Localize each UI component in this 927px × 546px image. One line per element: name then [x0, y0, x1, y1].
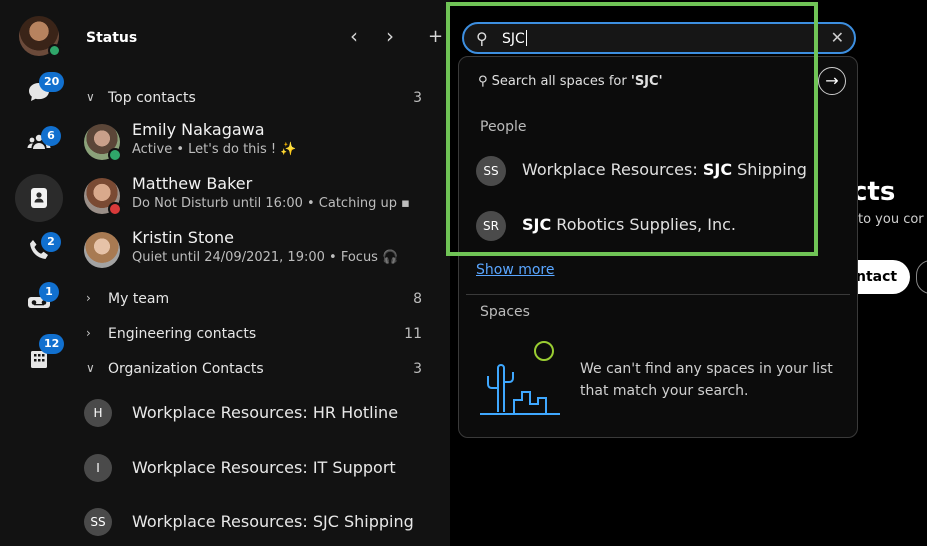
spaces-empty-message: We can't find any spaces in your list th… — [580, 361, 833, 399]
add-icon[interactable]: + — [428, 26, 443, 47]
name-match: SJC — [522, 215, 552, 234]
presence-dnd-icon — [108, 202, 122, 216]
meetings-badge: 12 — [39, 334, 65, 354]
people-heading: People — [480, 119, 527, 135]
list-item[interactable]: I Workplace Resources: IT Support — [84, 448, 440, 488]
clear-search-icon[interactable]: ✕ — [831, 28, 844, 47]
teams-badge: 6 — [41, 126, 61, 146]
name-suffix: Robotics Supplies, Inc. — [551, 215, 736, 234]
section-organization-contacts[interactable]: ∨ Organization Contacts 3 — [86, 359, 436, 383]
contact-status: Active • Let's do this ! ✨ — [132, 142, 297, 157]
list-item[interactable]: H Workplace Resources: HR Hotline — [84, 393, 440, 433]
section-count: 3 — [413, 90, 422, 106]
search-icon: ⚲ — [476, 29, 488, 48]
section-count: 3 — [413, 361, 422, 377]
divider — [466, 294, 850, 295]
voicemail-badge: 1 — [39, 282, 59, 302]
voicemail-nav-button[interactable]: 1 — [17, 282, 61, 322]
chevron-right-icon: › — [86, 291, 91, 305]
presence-active-icon — [48, 44, 61, 57]
avatar: SR — [476, 211, 506, 241]
text-caret — [525, 30, 527, 46]
chevron-down-icon: ∨ — [86, 90, 95, 104]
calling-badge: 2 — [41, 232, 61, 252]
avatar — [84, 232, 120, 268]
contact-name: Workplace Resources: IT Support — [132, 458, 396, 477]
search-input[interactable]: SJC — [502, 30, 527, 47]
forward-icon[interactable]: › — [386, 24, 394, 48]
avatar: H — [84, 399, 112, 427]
list-item[interactable]: SS Workplace Resources: SJC Shipping — [84, 502, 440, 542]
avatar: SS — [476, 156, 506, 186]
section-label: Top contacts — [108, 90, 196, 106]
contact-row[interactable]: Emily Nakagawa Active • Let's do this ! … — [84, 118, 440, 166]
arrow-right-icon[interactable]: → — [818, 67, 846, 95]
search-bar[interactable]: ⚲ SJC ✕ — [462, 22, 856, 54]
section-label: My team — [108, 291, 170, 307]
section-label: Engineering contacts — [108, 326, 257, 342]
main-subtitle: to you cor — [858, 212, 924, 227]
search-all-spaces-option[interactable]: ⚲ Search all spaces for 'SJC' — [478, 74, 663, 89]
contact-status: Do Not Disturb until 16:00 • Catching up… — [132, 196, 410, 211]
person-result[interactable]: SR SJC Robotics Supplies, Inc. — [476, 207, 816, 243]
name-match: SJC — [702, 160, 733, 179]
empty-spaces-illustration — [480, 341, 560, 415]
contacts-panel: Status ‹ › + ∨ Top contacts 3 Emily Naka… — [70, 0, 450, 546]
contact-row[interactable]: Kristin Stone Quiet until 24/09/2021, 19… — [84, 226, 440, 274]
search-value: SJC — [502, 31, 525, 47]
status-label[interactable]: Status — [86, 30, 137, 46]
avatar: I — [84, 454, 112, 482]
contacts-book-icon — [31, 188, 47, 208]
name-prefix: Workplace Resources: — [522, 160, 703, 179]
name-suffix: Shipping — [732, 160, 807, 179]
messaging-badge: 20 — [39, 72, 65, 92]
calling-nav-button[interactable]: 2 — [17, 230, 61, 270]
contact-name: Emily Nakagawa — [132, 120, 265, 139]
contact-name: Kristin Stone — [132, 228, 234, 247]
back-icon[interactable]: ‹ — [350, 24, 358, 48]
section-my-team[interactable]: › My team 8 — [86, 289, 436, 313]
user-avatar[interactable] — [19, 16, 61, 57]
avatar: SS — [84, 508, 112, 536]
contact-name: Workplace Resources: SJC Shipping — [132, 512, 414, 531]
contact-name: Matthew Baker — [132, 174, 253, 193]
panel-header: Status ‹ › + — [70, 0, 450, 70]
show-more-link[interactable]: Show more — [476, 262, 555, 278]
contacts-nav-button[interactable] — [15, 174, 63, 222]
section-count: 8 — [413, 291, 422, 307]
search-all-term: 'SJC' — [630, 74, 663, 89]
section-label: Organization Contacts — [108, 361, 264, 377]
person-name: SJC Robotics Supplies, Inc. — [522, 215, 736, 234]
chevron-down-icon: ∨ — [86, 361, 95, 375]
meetings-nav-button[interactable]: 12 — [17, 334, 65, 378]
contact-name: Workplace Resources: HR Hotline — [132, 403, 399, 422]
spaces-heading: Spaces — [480, 304, 530, 320]
section-top-contacts[interactable]: ∨ Top contacts 3 — [86, 88, 436, 112]
navigation-rail: 20 6 2 1 12 — [0, 0, 70, 546]
presence-active-icon — [108, 148, 122, 162]
messaging-nav-button[interactable]: 20 — [17, 72, 65, 112]
contact-row[interactable]: Matthew Baker Do Not Disturb until 16:00… — [84, 172, 440, 220]
person-name: Workplace Resources: SJC Shipping — [522, 160, 807, 179]
person-result[interactable]: SS Workplace Resources: SJC Shipping — [476, 152, 816, 188]
search-icon: ⚲ — [478, 74, 488, 89]
contact-status: Quiet until 24/09/2021, 19:00 • Focus 🎧 — [132, 250, 399, 265]
search-all-label: Search all spaces for — [491, 74, 631, 89]
main-title: cts — [852, 177, 896, 207]
section-engineering-contacts[interactable]: › Engineering contacts 11 — [86, 324, 436, 348]
section-count: 11 — [404, 326, 422, 342]
teams-nav-button[interactable]: 6 — [17, 122, 61, 162]
chevron-right-icon: › — [86, 326, 91, 340]
